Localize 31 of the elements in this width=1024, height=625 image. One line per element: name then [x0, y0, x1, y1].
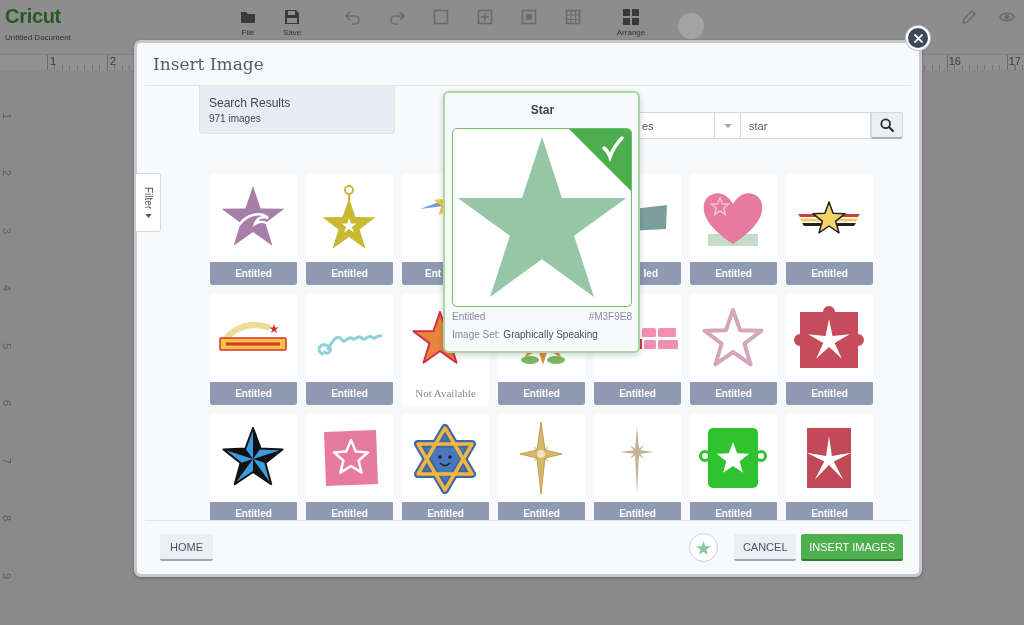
image-label: Entitled	[523, 507, 560, 520]
unavailable-label: Not Available	[415, 387, 476, 400]
image-label: Entitled	[715, 387, 752, 400]
image-label: Entitled	[523, 387, 560, 400]
dialog-title: Insert Image	[153, 54, 264, 74]
image-label: Entitled	[235, 267, 272, 280]
image-label: Entitled	[331, 267, 368, 280]
preview-title: Star	[530, 103, 555, 117]
image-label: Entitled	[331, 507, 368, 520]
image-label: Ent	[425, 267, 442, 280]
image-label: Entitled	[811, 387, 848, 400]
document-title: Untitled Document	[5, 33, 71, 43]
image-label: Entitled	[235, 387, 272, 400]
image-label: led	[643, 267, 658, 280]
image-label: Entitled	[715, 507, 752, 520]
image-label: Entitled	[427, 507, 464, 520]
ruler-number: 17	[1008, 55, 1021, 68]
image-label: Entitled	[619, 387, 656, 400]
preview-label: Entitled	[452, 311, 486, 323]
results-title: Search Results	[209, 96, 291, 110]
image-label: Entitled	[715, 267, 752, 280]
image-label: Entitled	[811, 507, 848, 520]
image-label: Entitled	[811, 267, 848, 280]
results-count: 971 images	[209, 113, 261, 125]
image-label: Entitled	[235, 507, 272, 520]
image-label: Entitled	[619, 507, 656, 520]
ruler-number: 2	[110, 55, 117, 68]
ruler-number: 1	[50, 55, 57, 68]
app-logo: Cricut	[5, 4, 61, 28]
image-label: Entitled	[331, 387, 368, 400]
ruler-number: 16	[948, 55, 961, 68]
